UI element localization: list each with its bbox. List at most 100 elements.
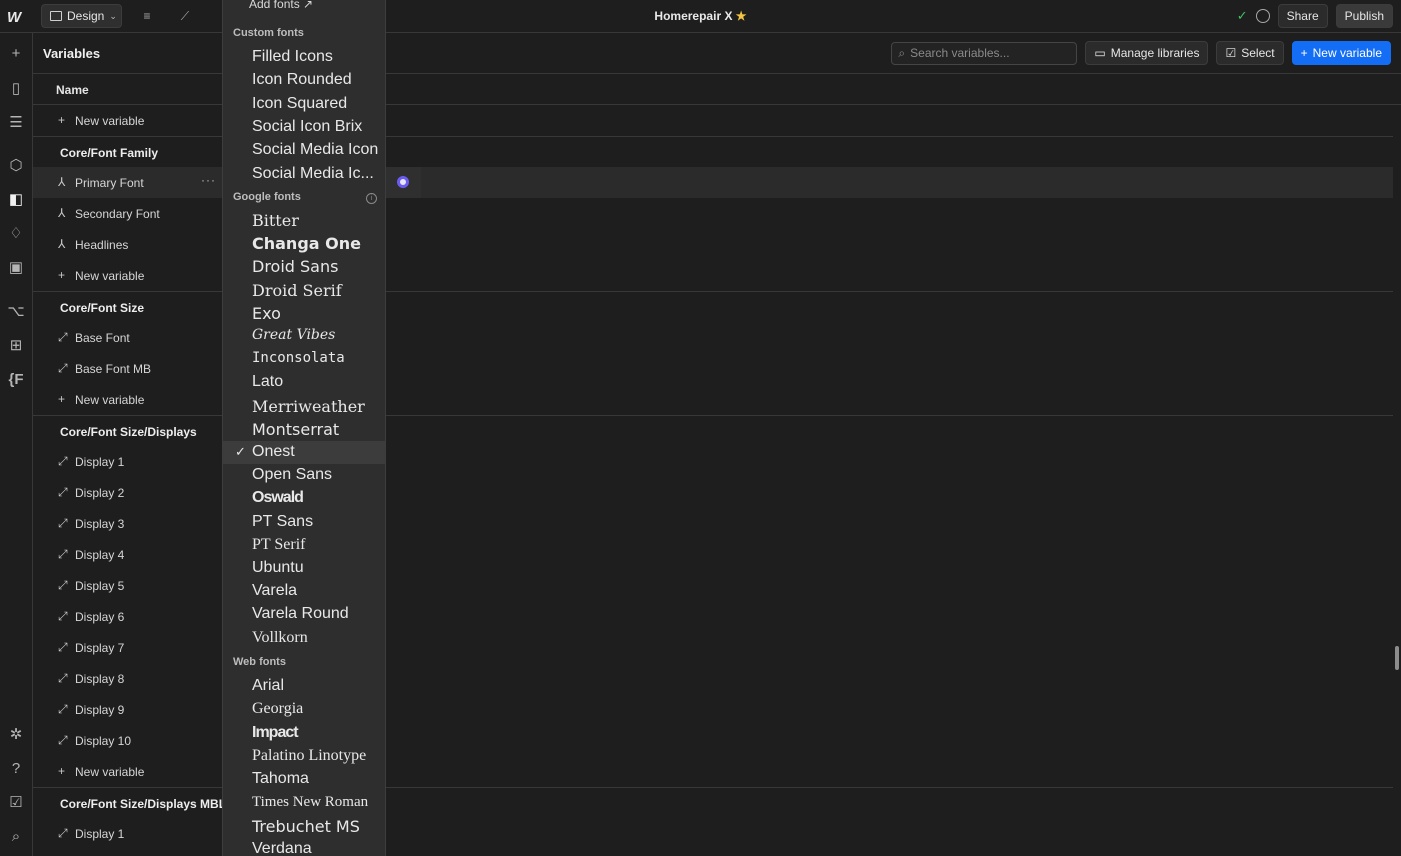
font-option[interactable]: Great Vibes <box>223 325 385 348</box>
manage-libraries-button[interactable]: ▭ Manage libraries <box>1085 41 1209 65</box>
settings-icon[interactable]: ✲ <box>7 726 25 744</box>
font-option[interactable]: PT Serif <box>223 534 385 557</box>
saved-check-icon: ✓ <box>1236 8 1248 23</box>
info-icon[interactable]: i <box>366 193 377 204</box>
publish-button[interactable]: Publish <box>1335 4 1393 28</box>
font-option[interactable]: Changa One <box>223 232 385 255</box>
font-option[interactable]: Palatino Linotype <box>223 745 385 768</box>
row-label: Core/Font Size <box>60 301 145 315</box>
row-label: Display 5 <box>75 579 125 593</box>
font-section-label: Web fonts <box>233 656 286 668</box>
font-option[interactable]: Montserrat <box>223 418 385 441</box>
new-variable-label: New variable <box>1312 46 1382 60</box>
webflow-logo-icon[interactable]: W <box>7 9 27 26</box>
add-fonts-link[interactable]: Add fonts ↗ <box>249 0 313 11</box>
comment-icon[interactable] <box>1255 9 1270 23</box>
font-option[interactable]: Varela Round <box>223 603 385 626</box>
font-option[interactable]: Ubuntu <box>223 557 385 580</box>
font-option[interactable]: Vollkorn <box>223 627 385 650</box>
navigator-icon[interactable]: ☰ <box>7 114 25 132</box>
font-option-label: Droid Sans <box>252 257 339 277</box>
font-option[interactable]: Trebuchet MS <box>223 815 385 838</box>
resize-icon: ⤢ <box>58 609 68 623</box>
assets-icon[interactable]: ▣ <box>7 259 25 277</box>
font-option-label: Impact <box>252 723 299 741</box>
font-option[interactable]: Georgia <box>223 698 385 721</box>
font-option[interactable]: Tahoma <box>223 768 385 791</box>
row-label: Display 2 <box>75 486 125 500</box>
font-option[interactable]: Verdana <box>223 838 385 856</box>
resize-icon: ⤢ <box>58 733 68 747</box>
mode-switcher[interactable]: Design ⌄ <box>41 4 122 28</box>
font-option-label: Changa One <box>252 234 361 254</box>
font-option[interactable]: Droid Sans <box>223 255 385 278</box>
font-family-icon: ⅄ <box>58 237 66 251</box>
cms-icon[interactable]: {F <box>7 371 25 389</box>
font-option[interactable]: Impact <box>223 722 385 745</box>
font-option[interactable]: Icon Rounded <box>223 69 385 92</box>
font-option[interactable]: Social Media Icon <box>223 139 385 162</box>
row-label: New variable <box>75 393 145 407</box>
font-option[interactable]: Icon Squared <box>223 93 385 116</box>
font-option[interactable]: Arial <box>223 675 385 698</box>
font-option-label: Verdana <box>252 840 312 856</box>
font-option[interactable]: Lato <box>223 371 385 394</box>
site-title-text: Homerepair X <box>654 9 733 23</box>
font-option-label: Varela Round <box>252 605 349 623</box>
font-option[interactable]: Merriweather <box>223 395 385 418</box>
plus-icon: + <box>1300 46 1308 60</box>
help-icon[interactable]: ? <box>7 760 25 778</box>
font-option[interactable]: Filled Icons <box>223 46 385 69</box>
select-button[interactable]: ☑ Select <box>1216 41 1284 65</box>
font-option[interactable]: ✓ Onest <box>223 441 385 464</box>
font-option[interactable]: Varela <box>223 580 385 603</box>
checkbox-icon: ☑ <box>1225 46 1237 60</box>
add-icon[interactable]: + <box>7 45 25 63</box>
styles-icon[interactable]: ♢ <box>7 225 25 243</box>
search-field[interactable]: ⌕ <box>891 41 1078 65</box>
more-options-icon[interactable]: ··· <box>201 173 216 187</box>
components-icon[interactable]: ⬡ <box>7 157 25 175</box>
row-label: Core/Font Size/Displays MBL <box>60 797 227 811</box>
apps-icon[interactable]: ⊞ <box>7 337 25 355</box>
font-option[interactable]: Open Sans <box>223 464 385 487</box>
share-button[interactable]: Share <box>1277 4 1328 28</box>
site-title: Homerepair X ★ <box>0 9 1401 23</box>
new-variable-button[interactable]: + New variable <box>1291 41 1391 65</box>
resize-icon: ⤢ <box>58 516 68 530</box>
font-option[interactable]: Oswald <box>223 487 385 510</box>
font-option-label: PT Serif <box>252 535 306 553</box>
font-option[interactable]: Inconsolata <box>223 348 385 371</box>
font-option[interactable]: PT Sans <box>223 511 385 534</box>
font-option-label: Social Media Ic... <box>252 164 374 182</box>
font-option[interactable]: Social Media Ic... <box>223 163 385 186</box>
search-input[interactable] <box>910 46 1071 60</box>
font-option-label: Icon Squared <box>252 94 348 112</box>
font-option[interactable]: Social Icon Brix <box>223 116 385 139</box>
plus-icon: + <box>58 764 66 778</box>
resize-icon: ⤢ <box>58 640 68 654</box>
font-option-label: Social Icon Brix <box>252 117 363 135</box>
logic-icon[interactable]: ⌥ <box>7 303 25 321</box>
resize-icon: ⤢ <box>58 578 68 592</box>
font-option-label: Tahoma <box>252 770 309 788</box>
selected-indicator-icon <box>397 176 409 188</box>
font-option-label: PT Sans <box>252 512 314 530</box>
top-bar: W Design ⌄ ≡ ⟋ Homerepair X ★ ✓ Share Pu… <box>0 0 1401 33</box>
pages-icon[interactable]: ▯ <box>7 80 25 98</box>
font-option[interactable]: Exo <box>223 302 385 325</box>
cursor-square-icon <box>50 11 62 21</box>
font-option[interactable]: Bitter <box>223 209 385 232</box>
database-icon[interactable]: ≡ <box>140 9 154 23</box>
scrollbar-thumb[interactable] <box>1395 646 1399 670</box>
variables-icon[interactable]: ◧ <box>7 191 25 209</box>
chevron-down-icon: ⌄ <box>109 10 117 21</box>
font-option-label: Filled Icons <box>252 48 333 65</box>
search-icon[interactable]: ⌕ <box>7 828 25 846</box>
row-label: Core/Font Size/Displays <box>60 425 197 439</box>
audit-icon[interactable]: ☑ <box>7 794 25 812</box>
font-option[interactable]: Droid Serif <box>223 279 385 302</box>
panel-title: Variables <box>43 46 101 61</box>
font-option[interactable]: Times New Roman <box>223 792 385 815</box>
analytics-icon[interactable]: ⟋ <box>178 9 192 23</box>
